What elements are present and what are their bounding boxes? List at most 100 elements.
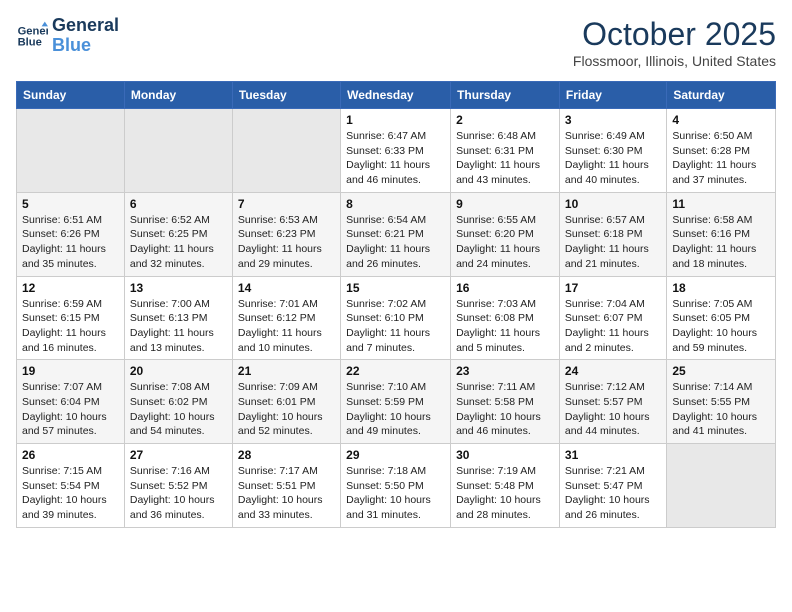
weekday-header-row: SundayMondayTuesdayWednesdayThursdayFrid… (17, 82, 776, 109)
calendar-cell: 17 Sunrise: 7:04 AMSunset: 6:07 PMDayligh… (559, 276, 666, 360)
logo-line2: Blue (52, 36, 119, 56)
logo: General Blue General Blue (16, 16, 119, 56)
day-number: 21 (238, 364, 335, 378)
calendar-cell: 9 Sunrise: 6:55 AMSunset: 6:20 PMDaylight… (451, 192, 560, 276)
calendar-header: SundayMondayTuesdayWednesdayThursdayFrid… (17, 82, 776, 109)
calendar-cell: 11Sunrise: 6:58 AMSunset: 6:16 PMDayligh… (667, 192, 776, 276)
logo-wordmark: General Blue (52, 16, 119, 56)
day-info: Sunrise: 7:04 AMSunset: 6:07 PMDaylight:… (565, 297, 661, 356)
calendar-cell: 5 Sunrise: 6:51 AMSunset: 6:26 PMDaylight… (17, 192, 125, 276)
weekday-header: Monday (124, 82, 232, 109)
day-info: Sunrise: 7:12 AMSunset: 5:57 PMDaylight:… (565, 380, 661, 439)
calendar-cell: 23 Sunrise: 7:11 AMSunset: 5:58 PMDayligh… (451, 360, 560, 444)
calendar-cell: 4 Sunrise: 6:50 AMSunset: 6:28 PMDaylight… (667, 109, 776, 193)
day-number: 22 (346, 364, 445, 378)
day-info: Sunrise: 7:14 AMSunset: 5:55 PMDaylight:… (672, 380, 770, 439)
calendar-cell: 31 Sunrise: 7:21 AMSunset: 5:47 PMDayligh… (559, 444, 666, 528)
calendar-week-row: 5 Sunrise: 6:51 AMSunset: 6:26 PMDaylight… (17, 192, 776, 276)
calendar-cell: 12Sunrise: 6:59 AMSunset: 6:15 PMDayligh… (17, 276, 125, 360)
day-info: Sunrise: 7:02 AMSunset: 6:10 PMDaylight:… (346, 297, 445, 356)
day-info: Sunrise: 6:51 AMSunset: 6:26 PMDaylight:… (22, 213, 119, 272)
day-info: Sunrise: 7:21 AMSunset: 5:47 PMDaylight:… (565, 464, 661, 523)
day-number: 9 (456, 197, 554, 211)
calendar-cell: 30 Sunrise: 7:19 AMSunset: 5:48 PMDayligh… (451, 444, 560, 528)
calendar-cell: 19 Sunrise: 7:07 AMSunset: 6:04 PMDayligh… (17, 360, 125, 444)
calendar-cell: 21 Sunrise: 7:09 AMSunset: 6:01 PMDayligh… (232, 360, 340, 444)
location: Flossmoor, Illinois, United States (573, 53, 776, 69)
day-number: 1 (346, 113, 445, 127)
calendar-cell: 13Sunrise: 7:00 AMSunset: 6:13 PMDayligh… (124, 276, 232, 360)
title-block: October 2025 Flossmoor, Illinois, United… (573, 16, 776, 69)
logo-line1: General (52, 16, 119, 36)
month-title: October 2025 (573, 16, 776, 53)
day-number: 6 (130, 197, 227, 211)
day-info: Sunrise: 7:15 AMSunset: 5:54 PMDaylight:… (22, 464, 119, 523)
weekday-header: Thursday (451, 82, 560, 109)
page-header: General Blue General Blue October 2025 F… (16, 16, 776, 69)
day-number: 20 (130, 364, 227, 378)
calendar-cell: 3 Sunrise: 6:49 AMSunset: 6:30 PMDaylight… (559, 109, 666, 193)
calendar-cell: 25 Sunrise: 7:14 AMSunset: 5:55 PMDayligh… (667, 360, 776, 444)
weekday-header: Friday (559, 82, 666, 109)
calendar-cell: 6 Sunrise: 6:52 AMSunset: 6:25 PMDaylight… (124, 192, 232, 276)
calendar-body: 1Sunrise: 6:47 AMSunset: 6:33 PMDaylight… (17, 109, 776, 528)
day-number: 30 (456, 448, 554, 462)
day-info: Sunrise: 6:53 AMSunset: 6:23 PMDaylight:… (238, 213, 335, 272)
day-number: 10 (565, 197, 661, 211)
day-info: Sunrise: 6:49 AMSunset: 6:30 PMDaylight:… (565, 129, 661, 188)
calendar-cell (667, 444, 776, 528)
calendar-cell: 26 Sunrise: 7:15 AMSunset: 5:54 PMDayligh… (17, 444, 125, 528)
day-info: Sunrise: 6:52 AMSunset: 6:25 PMDaylight:… (130, 213, 227, 272)
weekday-header: Wednesday (341, 82, 451, 109)
calendar-cell: 22Sunrise: 7:10 AMSunset: 5:59 PMDayligh… (341, 360, 451, 444)
day-info: Sunrise: 6:54 AMSunset: 6:21 PMDaylight:… (346, 213, 445, 272)
day-number: 8 (346, 197, 445, 211)
day-info: Sunrise: 7:08 AMSunset: 6:02 PMDaylight:… (130, 380, 227, 439)
day-number: 3 (565, 113, 661, 127)
day-info: Sunrise: 7:09 AMSunset: 6:01 PMDaylight:… (238, 380, 335, 439)
day-number: 28 (238, 448, 335, 462)
day-number: 11 (672, 197, 770, 211)
day-info: Sunrise: 6:50 AMSunset: 6:28 PMDaylight:… (672, 129, 770, 188)
day-number: 31 (565, 448, 661, 462)
day-info: Sunrise: 7:19 AMSunset: 5:48 PMDaylight:… (456, 464, 554, 523)
weekday-header: Tuesday (232, 82, 340, 109)
day-number: 25 (672, 364, 770, 378)
calendar-week-row: 1Sunrise: 6:47 AMSunset: 6:33 PMDaylight… (17, 109, 776, 193)
calendar-cell: 14Sunrise: 7:01 AMSunset: 6:12 PMDayligh… (232, 276, 340, 360)
weekday-header: Sunday (17, 82, 125, 109)
day-info: Sunrise: 6:55 AMSunset: 6:20 PMDaylight:… (456, 213, 554, 272)
day-number: 16 (456, 281, 554, 295)
calendar-cell: 28 Sunrise: 7:17 AMSunset: 5:51 PMDayligh… (232, 444, 340, 528)
day-number: 26 (22, 448, 119, 462)
logo-icon: General Blue (16, 20, 48, 52)
weekday-header: Saturday (667, 82, 776, 109)
day-info: Sunrise: 7:18 AMSunset: 5:50 PMDaylight:… (346, 464, 445, 523)
day-info: Sunrise: 6:59 AMSunset: 6:15 PMDaylight:… (22, 297, 119, 356)
day-number: 17 (565, 281, 661, 295)
day-number: 18 (672, 281, 770, 295)
day-info: Sunrise: 7:11 AMSunset: 5:58 PMDaylight:… (456, 380, 554, 439)
day-number: 23 (456, 364, 554, 378)
calendar: SundayMondayTuesdayWednesdayThursdayFrid… (16, 81, 776, 528)
day-info: Sunrise: 7:17 AMSunset: 5:51 PMDaylight:… (238, 464, 335, 523)
calendar-cell (232, 109, 340, 193)
calendar-cell: 29Sunrise: 7:18 AMSunset: 5:50 PMDayligh… (341, 444, 451, 528)
calendar-cell: 18Sunrise: 7:05 AMSunset: 6:05 PMDayligh… (667, 276, 776, 360)
day-number: 4 (672, 113, 770, 127)
calendar-cell: 16Sunrise: 7:03 AMSunset: 6:08 PMDayligh… (451, 276, 560, 360)
day-info: Sunrise: 7:16 AMSunset: 5:52 PMDaylight:… (130, 464, 227, 523)
day-info: Sunrise: 7:07 AMSunset: 6:04 PMDaylight:… (22, 380, 119, 439)
calendar-cell (124, 109, 232, 193)
svg-text:General: General (18, 25, 48, 37)
calendar-cell (17, 109, 125, 193)
day-number: 27 (130, 448, 227, 462)
calendar-week-row: 26 Sunrise: 7:15 AMSunset: 5:54 PMDayligh… (17, 444, 776, 528)
day-info: Sunrise: 6:57 AMSunset: 6:18 PMDaylight:… (565, 213, 661, 272)
day-number: 13 (130, 281, 227, 295)
day-number: 2 (456, 113, 554, 127)
calendar-cell: 24Sunrise: 7:12 AMSunset: 5:57 PMDayligh… (559, 360, 666, 444)
day-number: 5 (22, 197, 119, 211)
day-number: 19 (22, 364, 119, 378)
calendar-cell: 2Sunrise: 6:48 AMSunset: 6:31 PMDaylight… (451, 109, 560, 193)
